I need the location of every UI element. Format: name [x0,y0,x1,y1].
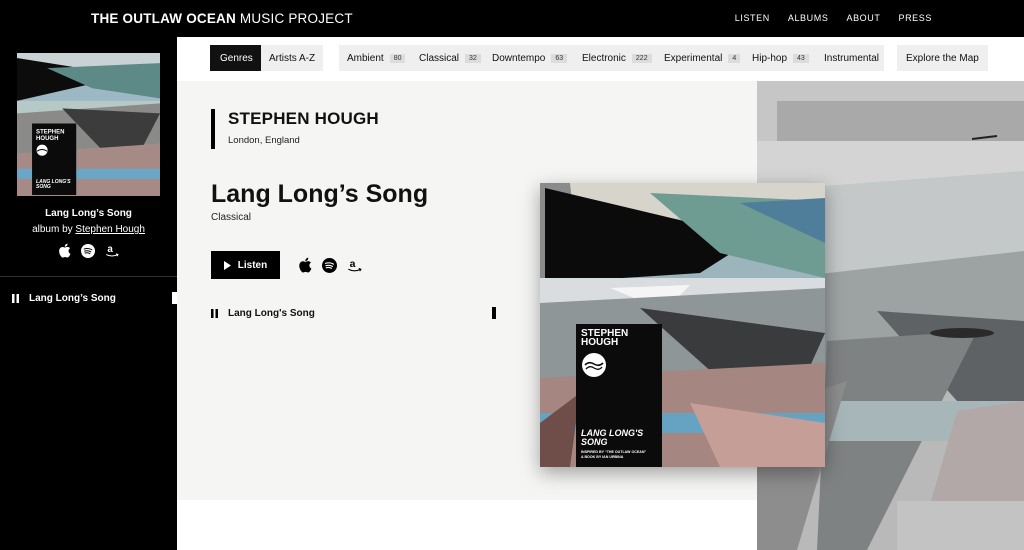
album-by-label: album by [32,224,73,235]
cover-caption-line1: INSPIRED BY “THE OUTLAW OCEAN” [581,450,647,454]
cover-text-panel: STEPHEN HOUGH LANG LONG'S SONG INSPIRED … [576,324,662,467]
album-stream-links: a [298,257,362,273]
spotify-icon[interactable] [81,243,95,258]
album-title: Lang Long’s Song [211,180,429,208]
genre-chip-hiphop[interactable]: Hip-hop 43 [744,45,817,71]
genre-chip-classical[interactable]: Classical 32 [411,45,489,71]
sidebar-stream-links: a [0,243,177,258]
genre-count: 4 [728,53,741,63]
sidebar-divider [0,276,177,277]
pause-icon[interactable] [12,294,19,303]
genre-chip-ambient[interactable]: Ambient 80 [339,45,414,71]
artist-link[interactable]: Stephen Hough [75,224,145,235]
nav-albums[interactable]: ALBUMS [788,13,829,23]
brand-bold: THE OUTLAW OCEAN [91,11,236,26]
svg-text:a: a [350,259,356,270]
genre-label: Instrumental [824,52,880,64]
genre-chip-experimental[interactable]: Experimental 4 [656,45,749,71]
genre-count: 43 [793,53,809,63]
explore-map-label: Explore the Map [906,52,979,64]
ocean-logo-icon [581,352,607,378]
tab-genres[interactable]: Genres [210,45,263,71]
top-navigation-bar: THE OUTLAW OCEAN MUSIC PROJECT LISTEN AL… [0,0,1024,37]
genre-count: 222 [631,53,652,63]
track-row[interactable]: Lang Long's Song [211,307,496,319]
tab-artists-label: Artists A-Z [269,52,316,64]
artist-location: London, England [228,135,300,146]
brand-regular: MUSIC PROJECT [239,11,353,26]
genre-label: Experimental [664,52,723,64]
site-logo[interactable]: THE OUTLAW OCEAN MUSIC PROJECT [91,11,353,26]
svg-text:a: a [107,244,113,255]
genre-label: Ambient [347,52,384,64]
listen-button[interactable]: Listen [211,251,280,279]
sidebar-album-title: Lang Long’s Song [45,208,132,219]
sidebar-album-cover[interactable]: STEPHEN HOUGH LANG LONG'S SONG [17,53,160,196]
genre-chip-downtempo[interactable]: Downtempo 63 [484,45,576,71]
pause-icon[interactable] [211,308,218,318]
genre-label: Hip-hop [752,52,788,64]
genre-chip-electronic[interactable]: Electronic 222 [574,45,660,71]
now-playing-title: Lang Long’s Song [29,293,116,304]
apple-icon[interactable] [58,243,71,258]
album-cover-art[interactable]: STEPHEN HOUGH LANG LONG'S SONG INSPIRED … [540,183,825,467]
genre-label: Downtempo [492,52,546,64]
svg-text:SONG: SONG [36,184,51,190]
cover-title-line2: SONG [581,437,608,447]
spotify-icon[interactable] [322,257,337,273]
player-sidebar: STEPHEN HOUGH LANG LONG'S SONG Lang Long… [0,37,177,550]
svg-text:STEPHEN: STEPHEN [36,130,64,136]
genre-chip-instrumental[interactable]: Instrumental [816,45,884,71]
genre-count: 32 [465,53,481,63]
amazon-icon[interactable]: a [105,243,119,258]
sidebar-album-byline: album by Stephen Hough [0,224,177,235]
svg-text:HOUGH: HOUGH [36,136,58,142]
artist-name[interactable]: STEPHEN HOUGH [228,109,379,129]
play-icon [223,260,231,270]
apple-icon[interactable] [298,257,312,273]
nav-listen[interactable]: LISTEN [735,13,770,23]
page-footer-space [177,500,757,550]
genre-label: Classical [419,52,460,64]
tab-artists-az[interactable]: Artists A-Z [261,45,324,71]
sidebar-now-playing[interactable]: Lang Long’s Song [12,293,116,304]
nav-about[interactable]: ABOUT [846,13,880,23]
genre-label: Electronic [582,52,626,64]
track-title: Lang Long's Song [228,307,315,319]
amazon-icon[interactable]: a [347,257,362,273]
listen-label: Listen [237,259,268,271]
track-progress-marker[interactable] [492,307,496,319]
main-nav: LISTEN ALBUMS ABOUT PRESS [735,13,932,23]
cover-caption-line2: A BOOK BY IAN URBINA [581,455,624,459]
cover-artist-line2: HOUGH [581,337,619,348]
genre-count: 63 [551,53,568,63]
genre-count: 80 [389,53,406,63]
nav-press[interactable]: PRESS [898,13,932,23]
explore-map-button[interactable]: Explore the Map [897,45,988,71]
album-genre: Classical [211,212,252,223]
tab-genres-label: Genres [220,52,253,64]
genre-filter-bar: Genres Artists A-Z Ambient 80 Classical … [177,37,1024,81]
artist-accent-bar [211,109,215,149]
